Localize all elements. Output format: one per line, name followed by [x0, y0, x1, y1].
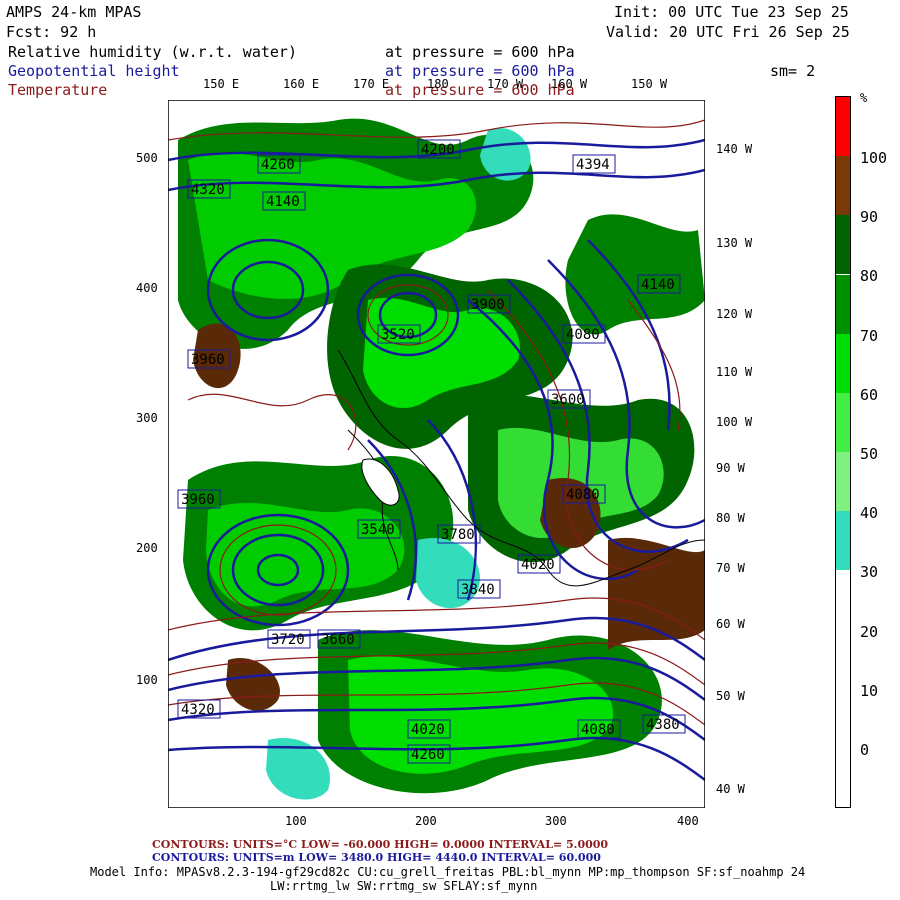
colorbar-segment — [836, 97, 850, 157]
contour-label: 3720 — [271, 632, 305, 648]
contour-label: 3540 — [361, 522, 395, 538]
footer-height-contours: CONTOURS: UNITS=m LOW= 3480.0 HIGH= 4440… — [152, 851, 601, 864]
colorbar-label: 50 — [860, 445, 879, 463]
colorbar-label: 40 — [860, 504, 879, 523]
field-level-temp: at pressure = 600 hPa — [385, 81, 575, 99]
footer-temp-contours: CONTOURS: UNITS=°C LOW= -60.000 HIGH= 0.… — [152, 838, 609, 851]
colorbar-label: 10 — [860, 681, 879, 700]
colorbar-label: 90 — [860, 208, 879, 227]
init-time: Init: 00 UTC Tue 23 Sep 25 — [614, 3, 849, 21]
lon-label-right: 140 W — [716, 142, 753, 156]
colorbar-segment — [836, 215, 850, 275]
y-axis-label: 500 — [136, 151, 158, 165]
field-name-temp: Temperature — [8, 81, 108, 99]
colorbar-segment — [836, 511, 850, 571]
contour-label: 4080 — [566, 327, 600, 343]
contour-label: 4080 — [566, 487, 600, 503]
lon-label-right: 100 W — [716, 415, 753, 429]
y-axis-label: 400 — [136, 281, 158, 295]
model-title: AMPS 24-km MPAS — [6, 3, 142, 21]
lon-label-right: 130 W — [716, 236, 753, 250]
colorbar-segment — [836, 452, 850, 512]
y-axis-label: 300 — [136, 411, 158, 425]
lon-label-top: 150 E — [203, 77, 240, 91]
contour-label: 4394 — [576, 157, 610, 173]
contour-label: 4020 — [411, 722, 445, 738]
colorbar-segment — [836, 333, 850, 393]
lon-label-right: 40 W — [716, 782, 745, 796]
contour-label: 4380 — [646, 717, 680, 733]
field-level-height: at pressure = 600 hPa — [385, 62, 575, 80]
colorbar-segment — [836, 274, 850, 334]
lon-label-right: 70 W — [716, 561, 745, 575]
contour-label: 4080 — [581, 722, 615, 738]
field-name-height: Geopotential height — [8, 62, 180, 80]
colorbar-label: 70 — [860, 326, 879, 345]
lon-label-right: 80 W — [716, 511, 745, 525]
contour-label: 4020 — [521, 557, 555, 573]
contour-label: 4200 — [421, 142, 455, 158]
colorbar-segment — [836, 570, 850, 630]
colorbar-segment — [836, 392, 850, 452]
colorbar-unit: % — [860, 91, 868, 105]
lon-label-top: 160 W — [551, 77, 588, 91]
x-axis-label: 100 — [285, 814, 307, 828]
lon-label-right: 50 W — [716, 689, 745, 703]
weather-map: 4320 4260 4320 4140 4200 4080 4020 4080 3960 3900… — [168, 100, 705, 808]
colorbar-segment — [836, 688, 850, 748]
contour-label: 3840 — [461, 582, 495, 598]
contour-label: 3960 — [181, 492, 215, 508]
y-axis-label: 200 — [136, 541, 158, 555]
lon-label-top: 170 E — [353, 77, 390, 91]
colorbar-label: 80 — [860, 267, 879, 286]
lon-label-right: 60 W — [716, 617, 745, 631]
lon-label-right: 90 W — [716, 461, 745, 475]
colorbar-label: 30 — [860, 563, 879, 582]
colorbar-segment — [836, 629, 850, 689]
field-level-rh: at pressure = 600 hPa — [385, 43, 575, 61]
contour-label: 4140 — [641, 277, 675, 293]
contour-label: 3660 — [321, 632, 355, 648]
contour-label: 4320 — [181, 702, 215, 718]
footer-model-info-2: LW:rrtmg_lw SW:rrtmg_sw SFLAY:sf_mynn — [270, 879, 538, 893]
lon-label-top: 150 W — [631, 77, 668, 91]
colorbar-label: 20 — [860, 622, 879, 641]
colorbar-label: 60 — [860, 385, 879, 404]
colorbar-segment — [836, 156, 850, 216]
colorbar — [835, 96, 851, 808]
lon-label-top: 180 — [427, 77, 449, 91]
forecast-hour: Fcst: 92 h — [6, 23, 97, 41]
y-axis-label: 100 — [136, 673, 158, 687]
colorbar-segment — [836, 747, 850, 807]
contour-label: 3780 — [441, 527, 475, 543]
contour-label: 4140 — [266, 194, 300, 210]
field-name-rh: Relative humidity (w.r.t. water) — [8, 43, 297, 61]
valid-time: Valid: 20 UTC Fri 26 Sep 25 — [606, 23, 850, 41]
contour-label: 3960 — [191, 352, 225, 368]
contour-label: 4260 — [261, 157, 295, 173]
contour-label: 3600 — [551, 392, 585, 408]
contour-label: 4320 — [191, 182, 225, 198]
colorbar-label: 0 — [860, 741, 870, 759]
smoothing-label: sm= 2 — [770, 62, 816, 80]
contour-label: 3520 — [381, 327, 415, 343]
colorbar-label: 100 — [860, 149, 888, 167]
lon-label-top: 160 E — [283, 77, 320, 91]
x-axis-label: 200 — [415, 814, 437, 828]
lon-label-right: 110 W — [716, 365, 753, 379]
x-axis-label: 300 — [545, 814, 567, 828]
lon-label-top: 170 W — [487, 77, 524, 91]
footer-model-info: Model Info: MPASv8.2.3-194-gf29cd82c CU:… — [90, 865, 806, 879]
contour-label: 4260 — [411, 747, 445, 763]
contour-label: 3900 — [471, 297, 505, 313]
x-axis-label: 400 — [677, 814, 699, 828]
lon-label-right: 120 W — [716, 307, 753, 321]
